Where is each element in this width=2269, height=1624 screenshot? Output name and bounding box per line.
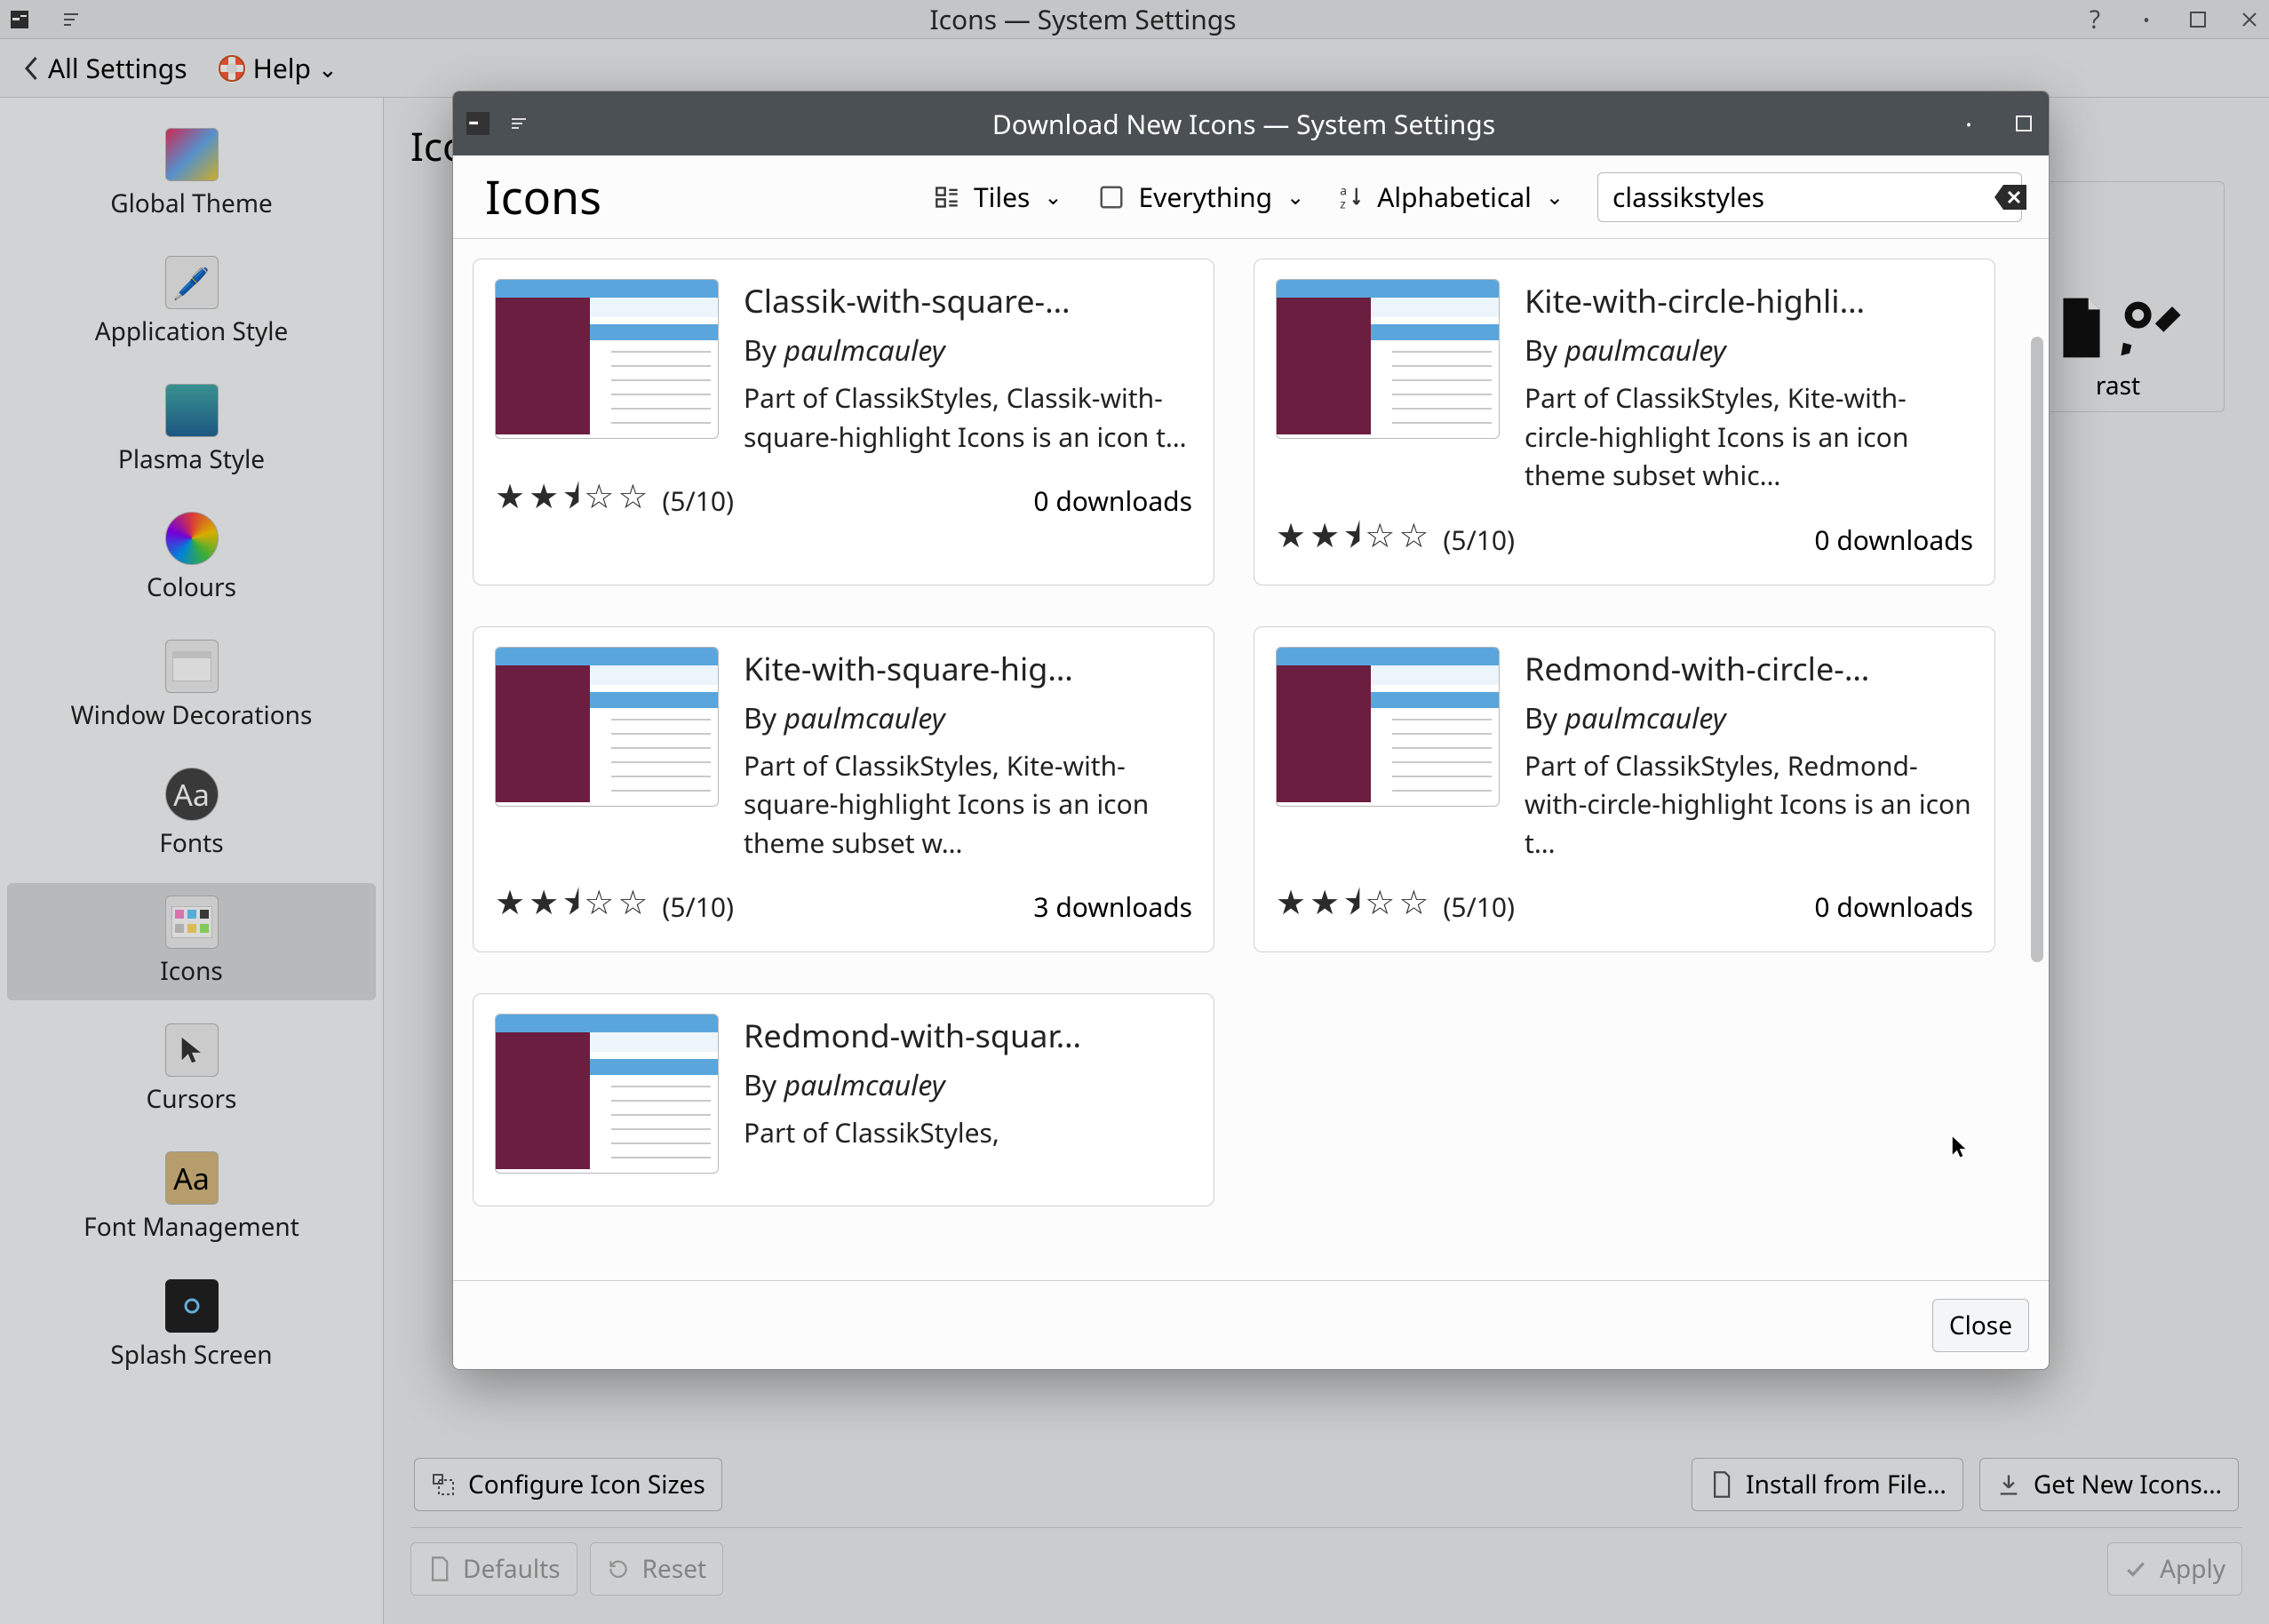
star-icons: ★★⯨☆☆ <box>1276 878 1432 935</box>
result-thumbnail <box>1276 279 1500 439</box>
result-downloads: 0 downloads <box>1033 482 1192 519</box>
result-card[interactable]: Classik-with-square-… By paulmcauley Par… <box>473 259 1214 585</box>
view-mode-dropdown[interactable]: Tiles ⌄ <box>933 175 1064 219</box>
result-author: By paulmcauley <box>744 699 1192 737</box>
result-rating: ★★⯨☆☆ (5/10) <box>495 472 734 529</box>
dialog-heading: Icons <box>480 165 601 228</box>
svg-text:z: z <box>1341 195 1347 210</box>
result-rating: ★★⯨☆☆ (5/10) <box>1276 511 1515 569</box>
sort-dropdown[interactable]: az Alphabetical ⌄ <box>1338 175 1565 219</box>
results-grid[interactable]: Classik-with-square-… By paulmcauley Par… <box>473 259 2017 1271</box>
rating-value: (5/10) <box>662 888 734 925</box>
chevron-down-icon: ⌄ <box>1044 182 1062 211</box>
dialog-footer: Close <box>453 1280 2049 1369</box>
result-description: Part of ClassikStyles, Classik-with-squa… <box>744 378 1192 456</box>
result-thumbnail <box>495 279 719 439</box>
result-card[interactable]: Kite-with-square-hig… By paulmcauley Par… <box>473 626 1214 953</box>
result-downloads: 0 downloads <box>1814 521 1973 558</box>
result-thumbnail <box>495 1014 719 1174</box>
results-scrollbar[interactable] <box>2031 337 2043 1138</box>
result-card[interactable]: Redmond-with-squar… By paulmcauley Part … <box>473 993 1214 1206</box>
dialog-titlebar[interactable]: Download New Icons — System Settings · <box>453 92 2049 155</box>
rating-value: (5/10) <box>662 482 734 519</box>
filter-dropdown[interactable]: Everything ⌄ <box>1096 175 1307 219</box>
result-title: Kite-with-square-hig… <box>744 647 1192 690</box>
result-title: Kite-with-circle-highli… <box>1525 279 1973 322</box>
star-icons: ★★⯨☆☆ <box>495 472 651 529</box>
result-title: Classik-with-square-… <box>744 279 1192 322</box>
result-card[interactable]: Redmond-with-circle-… By paulmcauley Par… <box>1254 626 1995 953</box>
download-new-icons-dialog: Download New Icons — System Settings · I… <box>452 91 2050 1370</box>
close-button[interactable]: Close <box>1932 1299 2029 1352</box>
dialog-minimize-icon[interactable]: · <box>1956 111 1981 136</box>
star-icons: ★★⯨☆☆ <box>1276 511 1432 569</box>
dialog-menu-icon[interactable] <box>506 111 531 136</box>
search-input[interactable] <box>1612 179 1993 215</box>
result-title: Redmond-with-circle-… <box>1525 647 1973 690</box>
result-description: Part of ClassikStyles, Kite-with-circle-… <box>1525 378 1973 495</box>
rating-value: (5/10) <box>1443 888 1515 925</box>
rating-value: (5/10) <box>1443 521 1515 558</box>
dialog-toolbar: Icons Tiles ⌄ Everything ⌄ az Alphabetic… <box>453 155 2049 239</box>
view-mode-label: Tiles <box>974 179 1030 215</box>
result-downloads: 0 downloads <box>1814 888 1973 925</box>
sort-alpha-icon: az <box>1340 184 1363 211</box>
result-rating: ★★⯨☆☆ (5/10) <box>495 878 734 935</box>
dialog-results-area: Classik-with-square-… By paulmcauley Par… <box>453 239 2049 1280</box>
result-card[interactable]: Kite-with-circle-highli… By paulmcauley … <box>1254 259 1995 585</box>
search-field[interactable] <box>1597 172 2022 222</box>
result-author: By paulmcauley <box>1525 699 1973 737</box>
filter-label: Everything <box>1139 179 1273 215</box>
result-thumbnail <box>1276 647 1500 807</box>
dialog-app-icon <box>466 111 490 136</box>
result-title: Redmond-with-squar… <box>744 1014 1192 1057</box>
checkbox-empty-icon <box>1098 184 1125 211</box>
result-thumbnail <box>495 647 719 807</box>
chevron-down-icon: ⌄ <box>1286 182 1304 211</box>
chevron-down-icon: ⌄ <box>1546 182 1564 211</box>
clear-search-icon[interactable] <box>1993 179 2028 215</box>
sort-label: Alphabetical <box>1377 179 1532 215</box>
result-downloads: 3 downloads <box>1033 888 1192 925</box>
result-rating: ★★⯨☆☆ (5/10) <box>1276 878 1515 935</box>
dialog-maximize-icon[interactable] <box>2011 111 2036 136</box>
result-author: By paulmcauley <box>744 1066 1192 1104</box>
tiles-icon <box>935 185 959 210</box>
close-label: Close <box>1949 1309 2012 1342</box>
star-icons: ★★⯨☆☆ <box>495 878 651 935</box>
scrollbar-thumb[interactable] <box>2031 337 2043 962</box>
result-description: Part of ClassikStyles, <box>744 1113 1192 1152</box>
dialog-title: Download New Icons — System Settings <box>531 106 1956 142</box>
result-description: Part of ClassikStyles, Redmond-with-circ… <box>1525 746 1973 863</box>
result-author: By paulmcauley <box>1525 331 1973 370</box>
result-description: Part of ClassikStyles, Kite-with-square-… <box>744 746 1192 863</box>
result-author: By paulmcauley <box>744 331 1192 370</box>
